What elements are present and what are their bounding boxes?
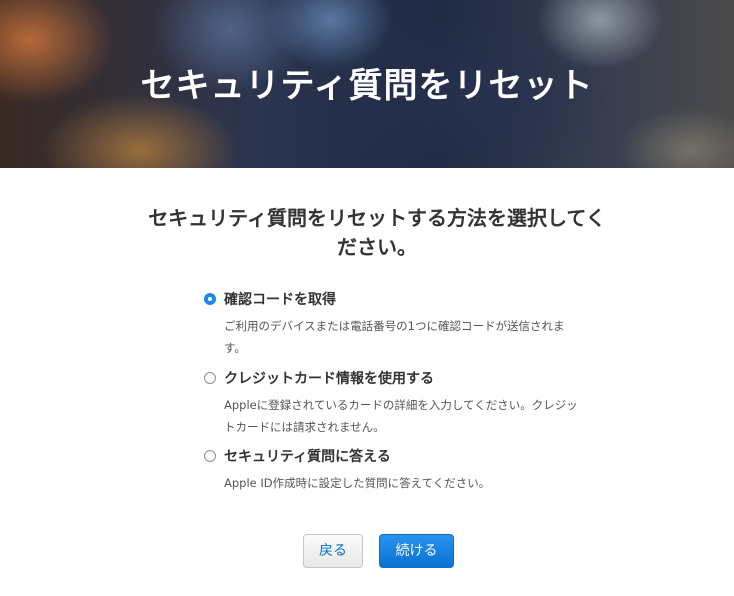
continue-button[interactable]: 続ける <box>379 534 454 568</box>
header-banner: セキュリティ質問をリセット <box>0 0 734 168</box>
option-label: セキュリティ質問に答える <box>224 449 391 465</box>
option-label: 確認コードを取得 <box>224 292 336 308</box>
option-verification-code[interactable]: 確認コードを取得 ご利用のデバイスまたは電話番号の1つに確認コードが送信されます… <box>204 290 584 359</box>
option-description: ご利用のデバイスまたは電話番号の1つに確認コードが送信されます。 <box>224 319 565 355</box>
prompt-heading: セキュリティ質問をリセットする方法を選択してください。 <box>148 206 606 259</box>
radio-credit-card[interactable] <box>204 372 216 384</box>
option-description: Apple ID作成時に設定した質問に答えてください。 <box>224 476 491 490</box>
radio-security-questions[interactable] <box>204 450 216 462</box>
option-credit-card[interactable]: クレジットカード情報を使用する Appleに登録されているカードの詳細を入力して… <box>204 369 584 438</box>
option-description: Appleに登録されているカードの詳細を入力してください。クレジットカードには請… <box>224 398 578 434</box>
radio-verification-code[interactable] <box>204 293 216 305</box>
page-title: セキュリティ質問をリセット <box>140 66 594 106</box>
back-button[interactable]: 戻る <box>303 534 363 568</box>
option-security-questions[interactable]: セキュリティ質問に答える Apple ID作成時に設定した質問に答えてください。 <box>204 447 584 494</box>
option-label: クレジットカード情報を使用する <box>224 371 434 387</box>
